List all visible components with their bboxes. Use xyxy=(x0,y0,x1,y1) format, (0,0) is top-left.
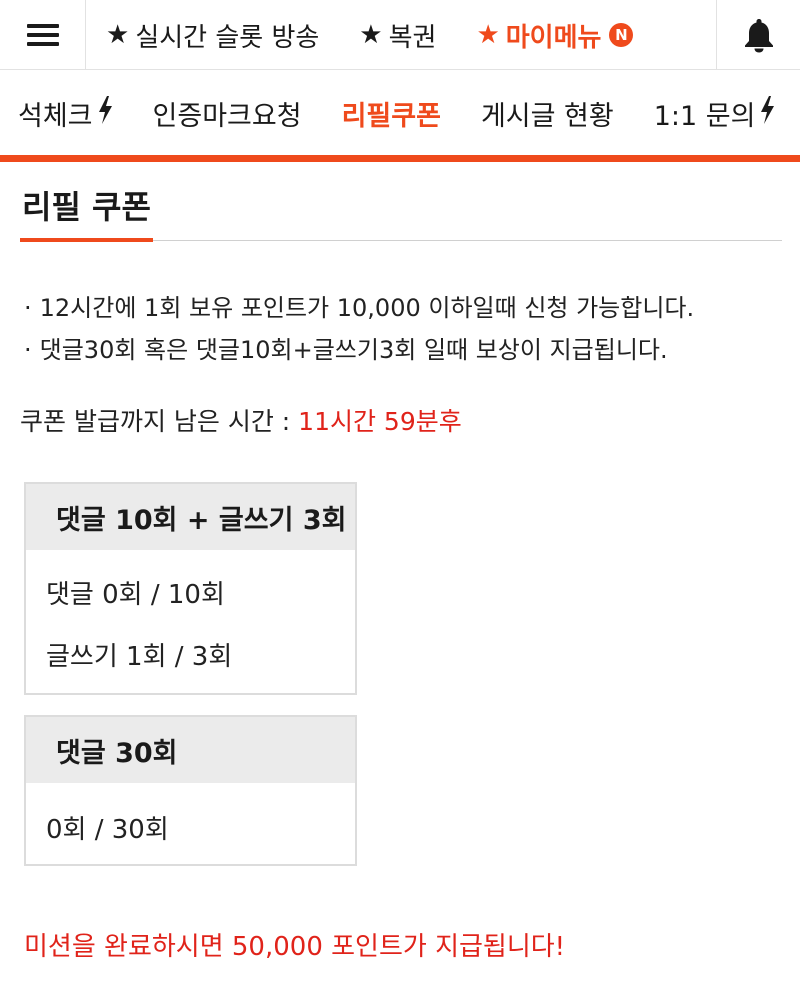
mission-box: 댓글 10회 + 글쓰기 3회 댓글 0회 / 10회 글쓰기 1회 / 3회 xyxy=(24,482,357,695)
new-badge: N xyxy=(609,23,634,47)
topnav-item-lottery[interactable]: ★ 복권 xyxy=(339,17,456,54)
page-title: 리필 쿠폰 xyxy=(22,188,151,226)
notice-text: 댓글30회 혹은 댓글10회+글쓰기3회 일때 보상이 지급됩니다. xyxy=(39,336,668,364)
subnav-item-inquiry[interactable]: 1:1 문의 xyxy=(634,94,796,133)
star-icon: ★ xyxy=(106,20,130,50)
subnav-item-label: 리필쿠폰 xyxy=(341,100,441,132)
mission-progress: 글쓰기 1회 / 3회 xyxy=(46,642,233,672)
subnav-item-label: 게시글 현황 xyxy=(480,100,614,132)
topnav-item-mymenu[interactable]: ★ 마이메뉴 N xyxy=(456,17,653,54)
subnav-item-cert-mark[interactable]: 인증마크요청 xyxy=(133,94,322,133)
subnav-item-post-status[interactable]: 게시글 현황 xyxy=(461,94,634,133)
mission-progress: 0회 / 30회 xyxy=(46,815,169,845)
notice-item: · 12시간에 1회 보유 포인트가 10,000 이하일때 신청 가능합니다. xyxy=(24,288,694,323)
mission-progress: 댓글 0회 / 10회 xyxy=(46,580,225,610)
hamburger-menu-icon[interactable] xyxy=(0,0,86,70)
notice-item: · 댓글30회 혹은 댓글10회+글쓰기3회 일때 보상이 지급됩니다. xyxy=(24,330,668,365)
subnav-accent-bar xyxy=(0,155,800,162)
topnav-item-label: 복권 xyxy=(388,22,437,53)
mission-title: 댓글 10회 + 글쓰기 3회 xyxy=(26,484,355,550)
bullet: · xyxy=(24,294,32,322)
star-icon: ★ xyxy=(359,20,383,50)
topnav-item-label: 실시간 슬롯 방송 xyxy=(135,22,320,53)
reward-notice: 미션을 완료하시면 50,000 포인트가 지급됩니다! xyxy=(24,932,566,962)
top-bar: ★ 실시간 슬롯 방송 ★ 복권 ★ 마이메뉴 N xyxy=(0,0,800,70)
notice-text: 12시간에 1회 보유 포인트가 10,000 이하일때 신청 가능합니다. xyxy=(39,294,695,322)
subnav-item-label: 1:1 문의 xyxy=(653,100,756,132)
subnav-item-refill-coupon[interactable]: 리필쿠폰 xyxy=(322,94,461,133)
topnav-item-label: 마이메뉴 xyxy=(505,22,602,53)
top-nav: ★ 실시간 슬롯 방송 ★ 복권 ★ 마이메뉴 N xyxy=(86,0,716,70)
subnav-item-label: 석체크 xyxy=(18,100,93,132)
lightning-icon xyxy=(759,95,775,131)
remaining-label: 쿠폰 발급까지 남은 시간 : xyxy=(20,407,291,436)
mission-box: 댓글 30회 0회 / 30회 xyxy=(24,715,357,866)
remaining-time-value: 11시간 59분후 xyxy=(298,407,462,436)
bell-icon[interactable] xyxy=(716,0,800,70)
star-icon: ★ xyxy=(476,20,500,50)
topnav-item-live-slot[interactable]: ★ 실시간 슬롯 방송 xyxy=(86,17,339,54)
bullet: · xyxy=(24,336,32,364)
title-underline xyxy=(20,238,153,242)
subnav-item-label: 인증마크요청 xyxy=(152,100,302,132)
subnav-item-attendance[interactable]: 석체크 xyxy=(0,94,133,133)
remaining-time: 쿠폰 발급까지 남은 시간 : 11시간 59분후 xyxy=(20,402,462,438)
lightning-icon xyxy=(97,95,113,131)
sub-nav: 석체크 인증마크요청 리필쿠폰 게시글 현황 1:1 문의 xyxy=(0,70,800,156)
mission-title: 댓글 30회 xyxy=(26,717,355,783)
